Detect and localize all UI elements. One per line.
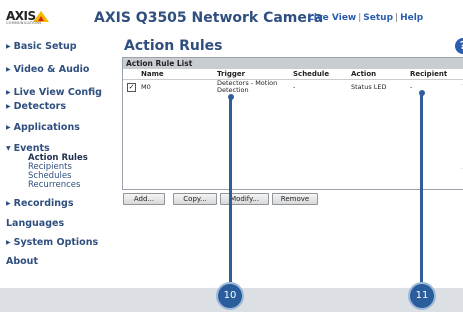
- help-icon[interactable]: ?: [455, 38, 463, 54]
- sidebar-item-detectors[interactable]: ▶ Detectors: [6, 101, 66, 112]
- callout-line: [229, 97, 232, 282]
- panel-title: Action Rule List: [123, 58, 463, 69]
- column-header-recipient[interactable]: Recipient: [410, 70, 447, 78]
- rule-recipient: -: [410, 83, 413, 91]
- row-checkbox[interactable]: ✓: [127, 83, 136, 92]
- setup-link[interactable]: Setup: [363, 13, 393, 23]
- modify-button[interactable]: Modify...: [220, 193, 269, 205]
- live-view-link[interactable]: Live View: [308, 13, 356, 23]
- triangle-right-icon: ▶: [6, 200, 11, 207]
- top-nav-links: Live View | Setup | Help: [308, 13, 423, 23]
- callout-badge-11: 11: [408, 282, 436, 310]
- callout-line: [420, 93, 423, 282]
- sidebar-item-label: About: [6, 256, 38, 267]
- header-divider: [123, 79, 463, 80]
- triangle-right-icon: ▶: [6, 124, 11, 131]
- sidebar-sub-recurrences[interactable]: Recurrences: [28, 180, 80, 190]
- triangle-right-icon: ▶: [6, 103, 11, 110]
- sidebar-item-about[interactable]: About: [6, 256, 38, 267]
- action-rule-list-panel: Action Rule List Name Trigger Schedule A…: [122, 57, 463, 190]
- column-header-action[interactable]: Action: [351, 70, 376, 78]
- triangle-down-icon: ▼: [6, 145, 11, 152]
- rule-action: Status LED: [351, 83, 387, 91]
- column-header-name[interactable]: Name: [141, 70, 164, 78]
- rule-schedule: -: [293, 83, 296, 91]
- sidebar-item-video-audio[interactable]: ▶ Video & Audio: [6, 64, 89, 75]
- column-header-trigger[interactable]: Trigger: [217, 70, 245, 78]
- sidebar-item-label: Basic Setup: [13, 41, 77, 52]
- sidebar-item-label: Live View Config: [13, 87, 102, 98]
- callout-badge-10: 10: [216, 282, 244, 310]
- sidebar-item-system-options[interactable]: ▶ System Options: [6, 237, 98, 248]
- sidebar-item-label: System Options: [13, 237, 99, 248]
- sidebar-item-label: Detectors: [13, 101, 66, 112]
- sidebar-item-basic-setup[interactable]: ▶ Basic Setup: [6, 41, 77, 52]
- sidebar-item-label: Languages: [6, 218, 65, 229]
- logo-subtext: COMMUNICATIONS: [6, 21, 42, 25]
- column-header-schedule[interactable]: Schedule: [293, 70, 329, 78]
- page-title: Action Rules: [124, 38, 223, 54]
- help-link[interactable]: Help: [400, 13, 423, 23]
- sidebar-item-applications[interactable]: ▶ Applications: [6, 122, 80, 133]
- sidebar-item-languages[interactable]: Languages: [6, 218, 64, 229]
- sidebar-item-live-view-config[interactable]: ▶ Live View Config: [6, 87, 102, 98]
- copy-button[interactable]: Copy...: [173, 193, 217, 205]
- rule-name: M0: [141, 83, 151, 91]
- rule-trigger-line2: Detection: [217, 86, 249, 94]
- sidebar-item-recordings[interactable]: ▶ Recordings: [6, 198, 74, 209]
- triangle-right-icon: ▶: [6, 66, 11, 73]
- header: AXIS COMMUNICATIONS AXIS Q3505 Network C…: [0, 0, 463, 34]
- sidebar-item-label: Video & Audio: [13, 64, 90, 75]
- link-separator: |: [395, 13, 399, 23]
- triangle-right-icon: ▶: [6, 89, 11, 96]
- camera-title: AXIS Q3505 Network Camera: [94, 10, 324, 26]
- link-separator: |: [358, 13, 362, 23]
- axis-logo[interactable]: AXIS COMMUNICATIONS: [6, 9, 66, 29]
- remove-button[interactable]: Remove: [272, 193, 318, 205]
- triangle-right-icon: ▶: [6, 43, 11, 50]
- sidebar-item-label: Applications: [13, 122, 80, 133]
- triangle-right-icon: ▶: [6, 239, 11, 246]
- add-button[interactable]: Add...: [123, 193, 165, 205]
- sidebar-item-label: Recordings: [13, 198, 74, 209]
